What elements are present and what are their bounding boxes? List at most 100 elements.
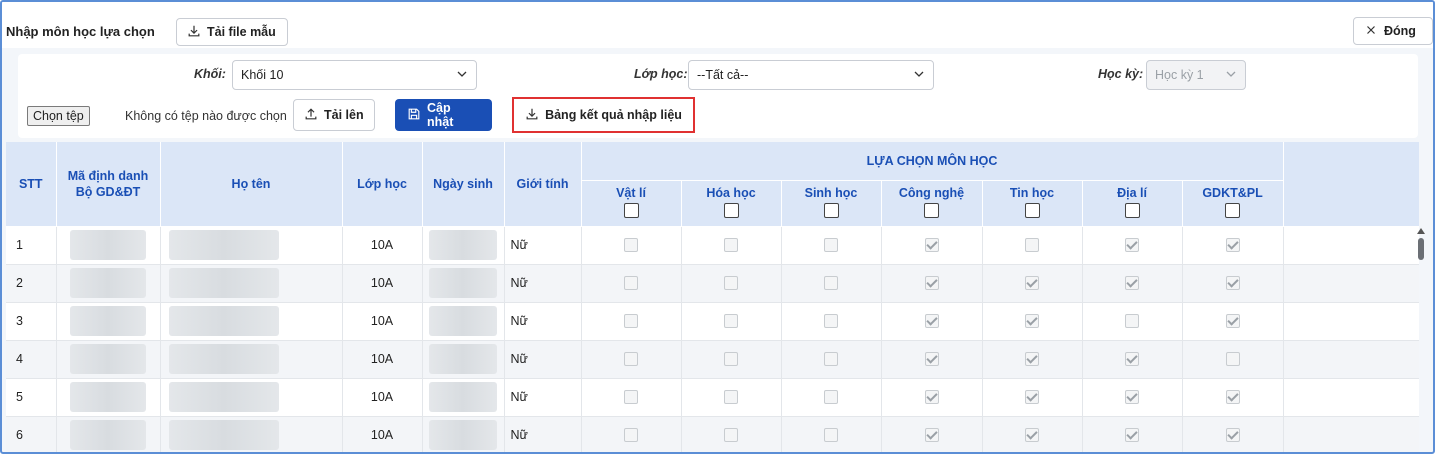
cell-subject-choice — [681, 264, 782, 303]
cell-subject-choice — [581, 378, 682, 417]
select-all-checkbox[interactable] — [1124, 202, 1140, 218]
chevron-down-icon — [1225, 68, 1237, 83]
close-icon — [1364, 23, 1378, 40]
subject-checkbox[interactable] — [1025, 352, 1039, 367]
cell-subject-choice — [581, 416, 682, 452]
cell-subject-choice — [681, 378, 782, 417]
choose-file-button[interactable]: Chọn tệp — [27, 106, 90, 126]
subject-checkbox[interactable] — [924, 428, 939, 443]
cell-ma-dinh-danh — [56, 416, 161, 452]
subject-checkbox[interactable] — [824, 314, 838, 329]
hocky-select[interactable]: Học kỳ 1 — [1146, 60, 1246, 90]
subject-checkbox[interactable] — [1125, 314, 1139, 329]
select-all-checkbox[interactable] — [1225, 202, 1241, 218]
cell-subject-choice — [1082, 416, 1183, 452]
lop-select[interactable]: --Tất cả-- — [688, 60, 934, 90]
cell-ngay-sinh — [422, 264, 505, 303]
subject-checkbox[interactable] — [624, 276, 638, 291]
cell-subject-choice — [1082, 302, 1183, 341]
subject-checkbox[interactable] — [824, 276, 838, 291]
update-button[interactable]: Cập nhật — [395, 99, 492, 131]
cell-stt: 3 — [6, 302, 57, 341]
table-scrollbar[interactable] — [1417, 228, 1425, 452]
upload-button[interactable]: Tải lên — [293, 99, 375, 131]
cell-gioi-tinh: Nữ — [504, 416, 582, 452]
cell-subject-choice — [982, 226, 1083, 265]
subject-checkbox[interactable] — [924, 314, 939, 329]
cell-subject-choice — [1182, 340, 1284, 379]
cell-spacer — [1283, 264, 1419, 303]
subject-checkbox[interactable] — [824, 428, 838, 443]
cell-subject-choice — [781, 340, 882, 379]
cell-subject-choice — [881, 340, 983, 379]
cell-ho-ten — [160, 340, 343, 379]
cell-stt: 1 — [6, 226, 57, 265]
select-all-checkbox[interactable] — [823, 202, 839, 218]
cell-subject-choice — [982, 340, 1083, 379]
subject-checkbox[interactable] — [724, 276, 738, 291]
cell-subject-choice — [781, 226, 882, 265]
filter-panel: Khối: Khối 10 Lớp học: --Tất cả-- Học kỳ… — [18, 54, 1418, 138]
subject-checkbox[interactable] — [924, 352, 939, 367]
subject-checkbox[interactable] — [824, 238, 838, 253]
subject-checkbox[interactable] — [1025, 390, 1039, 405]
redacted-name — [168, 420, 279, 450]
subject-checkbox[interactable] — [824, 390, 838, 405]
scrollbar-thumb[interactable] — [1418, 238, 1424, 260]
page-title: Nhập môn học lựa chọn — [6, 24, 155, 39]
subject-checkbox[interactable] — [1225, 314, 1240, 329]
subject-checkbox[interactable] — [1225, 352, 1240, 367]
download-template-button[interactable]: Tải file mẫu — [176, 18, 288, 46]
subject-checkbox[interactable] — [1125, 428, 1139, 443]
subject-checkbox[interactable] — [624, 238, 638, 253]
select-all-checkbox[interactable] — [723, 202, 739, 218]
subject-checkbox[interactable] — [1125, 352, 1139, 367]
download-icon — [525, 107, 539, 124]
subject-checkbox[interactable] — [824, 352, 838, 367]
subject-checkbox[interactable] — [1125, 276, 1139, 291]
select-all-checkbox[interactable] — [1024, 202, 1040, 218]
redacted-id — [70, 382, 146, 412]
header-subject-vat-li: Vật lí — [581, 180, 682, 227]
cell-lop-hoc: 10A — [342, 264, 423, 303]
subject-checkbox[interactable] — [1225, 276, 1240, 291]
subject-checkbox[interactable] — [724, 238, 738, 253]
subject-checkbox[interactable] — [724, 428, 738, 443]
subject-checkbox[interactable] — [924, 390, 939, 405]
redacted-dob — [429, 344, 497, 374]
subject-checkbox[interactable] — [1025, 238, 1039, 253]
subject-checkbox[interactable] — [1025, 314, 1039, 329]
subject-checkbox[interactable] — [1025, 428, 1039, 443]
result-report-button[interactable]: Bảng kết quả nhập liệu — [512, 97, 695, 133]
cell-subject-choice — [982, 264, 1083, 303]
subject-checkbox[interactable] — [1225, 238, 1240, 253]
import-subjects-dialog: Nhập môn học lựa chọn Tải file mẫu Đóng … — [0, 0, 1435, 454]
scroll-up-arrow-icon[interactable] — [1417, 228, 1425, 234]
subject-checkbox[interactable] — [624, 352, 638, 367]
subject-checkbox[interactable] — [724, 314, 738, 329]
subject-checkbox[interactable] — [1125, 238, 1139, 253]
close-button[interactable]: Đóng — [1353, 17, 1433, 45]
cell-subject-choice — [1082, 264, 1183, 303]
khoi-select[interactable]: Khối 10 — [232, 60, 477, 90]
subject-checkbox[interactable] — [1025, 276, 1039, 291]
cell-ho-ten — [160, 226, 343, 265]
subject-checkbox[interactable] — [624, 390, 638, 405]
subject-checkbox[interactable] — [924, 238, 939, 253]
cell-subject-choice — [881, 416, 983, 452]
cell-subject-choice — [1182, 378, 1284, 417]
subject-checkbox[interactable] — [1225, 390, 1240, 405]
subject-checkbox[interactable] — [724, 390, 738, 405]
subject-checkbox[interactable] — [724, 352, 738, 367]
select-all-checkbox[interactable] — [623, 202, 639, 218]
select-all-checkbox[interactable] — [924, 202, 939, 218]
header-subject-dia-li: Địa lí — [1082, 180, 1183, 227]
subject-checkbox[interactable] — [924, 276, 939, 291]
subject-checkbox[interactable] — [1125, 390, 1139, 405]
cell-subject-choice — [1182, 416, 1284, 452]
header-lop-hoc: Lớp học — [342, 142, 423, 227]
redacted-name — [168, 382, 279, 412]
subject-checkbox[interactable] — [1225, 428, 1240, 443]
subject-checkbox[interactable] — [624, 428, 638, 443]
subject-checkbox[interactable] — [624, 314, 638, 329]
